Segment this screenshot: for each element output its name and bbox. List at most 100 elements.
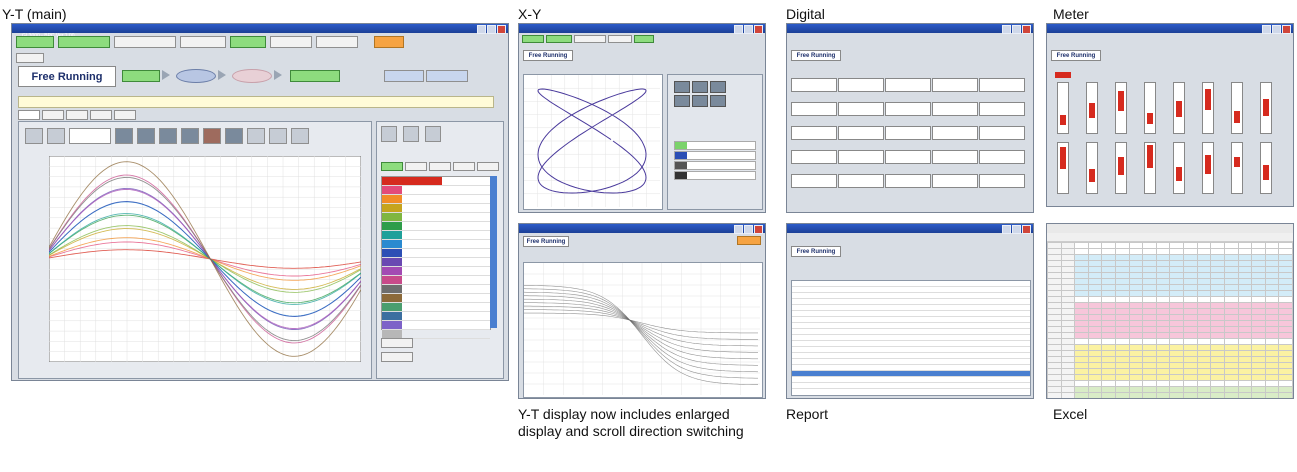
channel-tab[interactable] bbox=[405, 162, 427, 171]
toolbar-button[interactable] bbox=[634, 35, 654, 43]
toolbar-button[interactable] bbox=[608, 35, 632, 43]
toolbar-icon[interactable] bbox=[159, 128, 177, 144]
toolbar-button[interactable] bbox=[574, 35, 606, 43]
toolbar-icon[interactable] bbox=[137, 128, 155, 144]
excel-cell[interactable] bbox=[1170, 399, 1184, 400]
toolbar-icon[interactable] bbox=[403, 126, 419, 142]
toolbar-button[interactable] bbox=[230, 36, 266, 48]
toolbar-button[interactable] bbox=[546, 35, 572, 43]
toolbar-button[interactable] bbox=[114, 36, 176, 48]
excel-cell[interactable] bbox=[1116, 399, 1130, 400]
channel-button[interactable] bbox=[381, 338, 413, 348]
xy-control-button[interactable] bbox=[710, 81, 726, 93]
stop-button[interactable] bbox=[232, 69, 272, 83]
channel-row[interactable] bbox=[382, 258, 490, 267]
toolbar-icon[interactable] bbox=[425, 126, 441, 142]
excel-cell[interactable] bbox=[1184, 399, 1198, 400]
channel-row[interactable] bbox=[382, 285, 490, 294]
xy-channel-row[interactable] bbox=[674, 151, 756, 160]
excel-cell[interactable] bbox=[1075, 399, 1089, 400]
excel-cell[interactable] bbox=[1238, 399, 1252, 400]
excel-cell[interactable] bbox=[1252, 399, 1266, 400]
toolbar-icon[interactable] bbox=[269, 128, 287, 144]
exit-button[interactable] bbox=[374, 36, 404, 48]
channel-row[interactable] bbox=[382, 222, 490, 231]
window-controls-icon[interactable] bbox=[734, 25, 763, 34]
xy-control-button[interactable] bbox=[674, 95, 690, 107]
xy-channel-row[interactable] bbox=[674, 161, 756, 170]
record-button[interactable] bbox=[176, 69, 216, 83]
toolbar-icon[interactable] bbox=[25, 128, 43, 144]
toolbar-icon[interactable] bbox=[47, 128, 65, 144]
window-controls-icon[interactable] bbox=[734, 225, 763, 234]
excel-cell[interactable] bbox=[1102, 399, 1116, 400]
window-controls-icon[interactable] bbox=[1002, 25, 1031, 34]
excel-cell[interactable] bbox=[1088, 399, 1102, 400]
channel-row[interactable] bbox=[382, 177, 490, 186]
channel-row[interactable] bbox=[382, 213, 490, 222]
review-button[interactable] bbox=[290, 70, 340, 82]
toolbar-button[interactable] bbox=[16, 36, 54, 48]
start-button[interactable] bbox=[122, 70, 160, 82]
option-button[interactable] bbox=[426, 70, 468, 82]
window-controls-icon[interactable] bbox=[1002, 225, 1031, 234]
excel-cell[interactable] bbox=[1156, 399, 1170, 400]
option-button[interactable] bbox=[384, 70, 424, 82]
tab-xy[interactable] bbox=[42, 110, 64, 120]
window-controls-icon[interactable] bbox=[477, 25, 506, 34]
toolbar-icon[interactable] bbox=[381, 126, 397, 142]
channel-tab[interactable] bbox=[453, 162, 475, 171]
toolbar-button[interactable] bbox=[270, 36, 312, 48]
channel-row[interactable] bbox=[382, 294, 490, 303]
toolbar-button[interactable] bbox=[522, 35, 544, 43]
channel-row[interactable] bbox=[382, 195, 490, 204]
toolbar-button[interactable] bbox=[316, 36, 358, 48]
excel-cell[interactable] bbox=[1265, 399, 1279, 400]
tab-report[interactable] bbox=[114, 110, 136, 120]
channel-row[interactable] bbox=[382, 249, 490, 258]
zoom-select[interactable] bbox=[69, 128, 111, 144]
channel-tab[interactable] bbox=[381, 162, 403, 171]
excel-cell[interactable] bbox=[1129, 399, 1143, 400]
channel-button[interactable] bbox=[381, 352, 413, 362]
excel-cell[interactable] bbox=[1143, 399, 1157, 400]
excel-cell[interactable] bbox=[1197, 399, 1211, 400]
toolbar-icon[interactable] bbox=[247, 128, 265, 144]
tab-digital[interactable] bbox=[66, 110, 88, 120]
exit-button[interactable] bbox=[737, 236, 761, 245]
excel-cell[interactable] bbox=[1224, 399, 1238, 400]
scrollbar-icon[interactable] bbox=[490, 176, 497, 328]
channel-row[interactable] bbox=[382, 267, 490, 276]
window-controls-icon[interactable] bbox=[1262, 25, 1291, 34]
tab-meter[interactable] bbox=[90, 110, 112, 120]
excel-cell[interactable] bbox=[1061, 399, 1075, 400]
xy-control-button[interactable] bbox=[710, 95, 726, 107]
xy-channel-row[interactable] bbox=[674, 171, 756, 180]
excel-cell[interactable] bbox=[1279, 399, 1293, 400]
excel-cell[interactable] bbox=[1048, 399, 1062, 400]
channel-row[interactable] bbox=[382, 231, 490, 240]
toolbar-icon[interactable] bbox=[203, 128, 221, 144]
channel-row[interactable] bbox=[382, 303, 490, 312]
toolbar-icon[interactable] bbox=[225, 128, 243, 144]
channel-row[interactable] bbox=[382, 321, 490, 330]
tab-yt[interactable] bbox=[18, 110, 40, 120]
toolbar-button[interactable] bbox=[58, 36, 110, 48]
channel-row[interactable] bbox=[382, 204, 490, 213]
toolbar-icon[interactable] bbox=[291, 128, 309, 144]
toolbar-icon[interactable] bbox=[181, 128, 199, 144]
tab[interactable] bbox=[16, 53, 44, 63]
xy-control-button[interactable] bbox=[692, 81, 708, 93]
channel-row[interactable] bbox=[382, 240, 490, 249]
channel-row[interactable] bbox=[382, 186, 490, 195]
channel-row[interactable] bbox=[382, 276, 490, 285]
xy-control-button[interactable] bbox=[692, 95, 708, 107]
toolbar-button[interactable] bbox=[180, 36, 226, 48]
xy-control-button[interactable] bbox=[674, 81, 690, 93]
channel-row[interactable] bbox=[382, 312, 490, 321]
xy-channel-row[interactable] bbox=[674, 141, 756, 150]
toolbar-icon[interactable] bbox=[115, 128, 133, 144]
excel-cell[interactable] bbox=[1211, 399, 1225, 400]
channel-tab[interactable] bbox=[477, 162, 499, 171]
channel-tab[interactable] bbox=[429, 162, 451, 171]
